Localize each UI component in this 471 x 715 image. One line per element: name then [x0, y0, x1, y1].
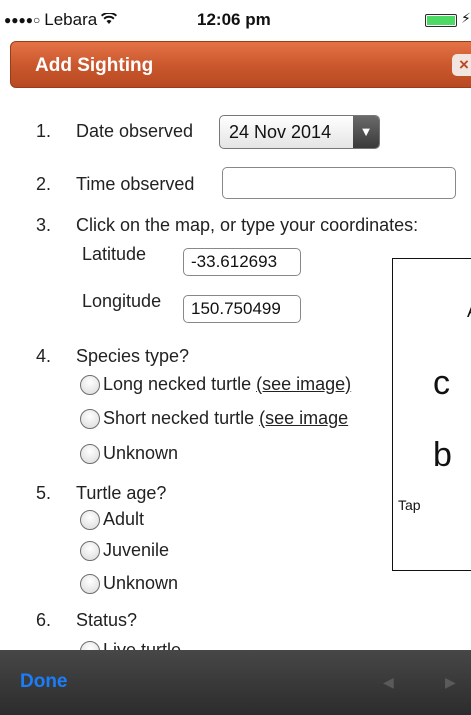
previous-field-button[interactable]: ◀ [383, 674, 394, 691]
status-option-label: Live turtle [103, 640, 182, 650]
q4-number: 4. [36, 346, 52, 366]
radio-button[interactable] [80, 443, 100, 464]
status-time: 12:06 pm [197, 10, 271, 29]
status-label: Status? [76, 610, 138, 630]
species-option-label: Unknown [103, 443, 179, 463]
overlay-popup[interactable]: A c b Tap [392, 258, 471, 571]
radio-button[interactable] [80, 573, 100, 594]
popup-text-3: b [433, 436, 452, 474]
turtle-age-label: Turtle age? [76, 483, 167, 503]
longitude-input[interactable]: 150.750499 [183, 295, 301, 323]
q5-number: 5. [36, 483, 52, 503]
chevron-down-icon: ▼ [353, 116, 379, 148]
status-bar: ●●●●○ Lebara 12:06 pm ⚡ [0, 0, 471, 40]
age-option-label: Unknown [103, 573, 179, 593]
see-image-link[interactable]: (see image) [256, 374, 351, 395]
latitude-input[interactable]: -33.612693 [183, 248, 301, 276]
charging-icon: ⚡ [461, 10, 471, 26]
carrier-group: ●●●●○ Lebara [4, 10, 118, 30]
species-type-label: Species type? [76, 346, 190, 366]
close-icon: × [459, 55, 469, 74]
q3-number: 3. [36, 215, 52, 235]
dialog-header: Add Sighting × [10, 41, 471, 88]
done-button[interactable]: Done [20, 671, 68, 693]
age-option-label: Adult [103, 509, 145, 529]
radio-button[interactable] [80, 408, 100, 429]
close-button[interactable]: × [452, 54, 471, 76]
age-option-unknown[interactable]: Unknown [80, 573, 178, 594]
popup-text-4: Tap [398, 497, 421, 513]
dialog-title: Add Sighting [35, 55, 154, 76]
radio-button[interactable] [80, 374, 100, 395]
age-option-label: Juvenile [103, 540, 170, 560]
longitude-label: Longitude [82, 291, 162, 311]
time-observed-input[interactable] [222, 167, 456, 199]
next-field-button[interactable]: ▶ [445, 674, 456, 691]
radio-button[interactable] [80, 540, 100, 561]
signal-strength-icon: ●●●●○ [4, 13, 41, 27]
radio-button[interactable] [80, 509, 100, 530]
popup-text-1: A [467, 301, 471, 322]
keyboard-toolbar: Done ◀ ▶ [0, 650, 471, 715]
status-option-live-turtle[interactable]: Live turtle [80, 640, 181, 650]
species-option-short-necked[interactable]: Short necked turtle (see image [80, 408, 348, 429]
battery-icon [425, 14, 457, 27]
species-option-label: Long necked turtle [103, 374, 252, 394]
time-observed-label: Time observed [76, 174, 195, 194]
popup-text-2: c [433, 364, 450, 402]
age-option-juvenile[interactable]: Juvenile [80, 540, 169, 561]
species-option-label: Short necked turtle [103, 408, 255, 428]
q2-number: 2. [36, 174, 52, 194]
wifi-icon [101, 11, 118, 29]
latitude-label: Latitude [82, 244, 147, 264]
date-observed-label: Date observed [76, 121, 194, 141]
radio-button[interactable] [80, 640, 100, 650]
date-value: 24 Nov 2014 [229, 122, 332, 142]
q6-number: 6. [36, 610, 52, 630]
species-option-unknown[interactable]: Unknown [80, 443, 178, 464]
coordinates-label: Click on the map, or type your coordinat… [76, 215, 419, 235]
age-option-adult[interactable]: Adult [80, 509, 144, 530]
date-select[interactable]: 24 Nov 2014 ▼ [219, 115, 380, 149]
q1-number: 1. [36, 121, 52, 141]
see-image-link[interactable]: (see image [259, 408, 348, 429]
carrier-name: Lebara [44, 10, 98, 29]
species-option-long-necked[interactable]: Long necked turtle (see image) [80, 374, 351, 395]
